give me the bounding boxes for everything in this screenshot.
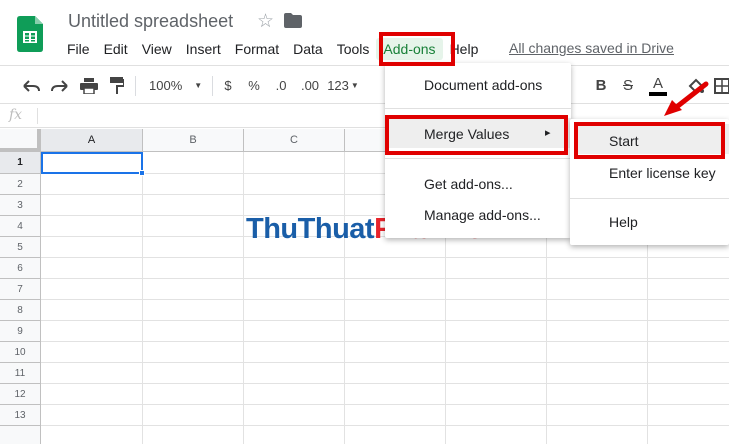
row-header-4[interactable]: 4 (0, 216, 41, 237)
fx-label: fx (9, 107, 23, 123)
undo-icon[interactable] (18, 67, 44, 104)
bold-icon[interactable]: B (592, 67, 610, 104)
grid-line (41, 404, 729, 405)
grid-line (243, 152, 244, 444)
submenu-item-enter-license-key[interactable]: Enter license key (609, 165, 716, 181)
percent-format-button[interactable]: % (245, 67, 263, 104)
more-formats-label: 123 (327, 78, 349, 93)
row-header-7[interactable]: 7 (0, 279, 41, 300)
paint-format-icon[interactable] (104, 67, 130, 104)
grid-line (41, 383, 729, 384)
grid-line (41, 299, 729, 300)
menu-separator (385, 108, 571, 109)
grid-line (344, 152, 345, 444)
grid-line (41, 362, 729, 363)
zoom-select[interactable]: 100% ▼ (144, 67, 206, 104)
column-header-c[interactable]: C (244, 129, 345, 152)
row-header-6[interactable]: 6 (0, 258, 41, 279)
increase-decimal-button[interactable]: .00 (298, 67, 322, 104)
google-sheets-logo-icon[interactable] (17, 16, 43, 52)
menu-insert[interactable]: Insert (179, 38, 228, 60)
decrease-decimal-button[interactable]: .0 (270, 67, 292, 104)
column-header-b[interactable]: B (143, 129, 244, 152)
row-header-11[interactable]: 11 (0, 363, 41, 384)
red-arrow-icon (664, 81, 709, 116)
row-header-2[interactable]: 2 (0, 174, 41, 195)
menu-edit[interactable]: Edit (97, 38, 135, 60)
highlight-box-start (574, 122, 725, 159)
decrease-decimal-label: .0 (275, 78, 287, 93)
strikethrough-icon[interactable]: S (619, 67, 637, 104)
highlight-box-add-ons (379, 32, 455, 66)
menu-separator (570, 198, 729, 199)
menu-view[interactable]: View (135, 38, 179, 60)
zoom-value: 100% (149, 78, 183, 93)
menu-item-get-add-ons[interactable]: Get add-ons... (424, 176, 513, 192)
print-icon[interactable] (76, 67, 102, 104)
toolbar: 100% ▼ $ % .0 .00 123 ▼ B S A (0, 67, 729, 104)
borders-icon[interactable] (714, 67, 729, 104)
increase-decimal-label: .00 (300, 78, 320, 93)
grid-line (41, 257, 729, 258)
formula-separator (37, 108, 38, 124)
toolbar-separator (212, 76, 213, 96)
submenu-item-help[interactable]: Help (609, 214, 638, 230)
menu-separator (385, 158, 571, 159)
document-title[interactable]: Untitled spreadsheet (68, 11, 233, 32)
active-cell-a1[interactable] (41, 152, 143, 174)
saved-status-link[interactable]: All changes saved in Drive (509, 40, 674, 56)
currency-format-button[interactable]: $ (219, 67, 237, 104)
row-header-5[interactable]: 5 (0, 237, 41, 258)
watermark-part1: ThuThuat (246, 213, 375, 245)
toolbar-separator (135, 76, 136, 96)
row-header[interactable] (0, 426, 41, 444)
fill-handle[interactable] (139, 170, 145, 176)
menu-format[interactable]: Format (228, 38, 286, 60)
grid-line (41, 320, 729, 321)
more-formats-select[interactable]: 123 ▼ (326, 67, 360, 104)
folder-icon[interactable] (284, 13, 302, 28)
app-header: Untitled spreadsheet ☆ File Edit View In… (0, 0, 729, 66)
star-icon[interactable]: ☆ (257, 10, 274, 33)
grid-line (41, 278, 729, 279)
grid-line (41, 425, 729, 426)
menu-item-manage-add-ons[interactable]: Manage add-ons... (424, 207, 541, 223)
select-all-corner[interactable] (0, 129, 41, 152)
menu-file[interactable]: File (60, 38, 97, 60)
menu-item-document-add-ons[interactable]: Document add-ons (424, 77, 542, 93)
chevron-down-icon: ▼ (350, 81, 359, 90)
chevron-down-icon: ▼ (194, 81, 203, 90)
row-header-9[interactable]: 9 (0, 321, 41, 342)
row-header-8[interactable]: 8 (0, 300, 41, 321)
row-header-13[interactable]: 13 (0, 405, 41, 426)
row-header-12[interactable]: 12 (0, 384, 41, 405)
grid-line (142, 152, 143, 444)
redo-icon[interactable] (47, 67, 73, 104)
highlight-box-merge-values (385, 115, 568, 155)
menu-data[interactable]: Data (286, 38, 330, 60)
column-header-a[interactable]: A (41, 129, 143, 152)
row-header-3[interactable]: 3 (0, 195, 41, 216)
row-header-1[interactable]: 1 (0, 152, 41, 174)
grid-line (41, 341, 729, 342)
menu-tools[interactable]: Tools (330, 38, 377, 60)
row-header-10[interactable]: 10 (0, 342, 41, 363)
